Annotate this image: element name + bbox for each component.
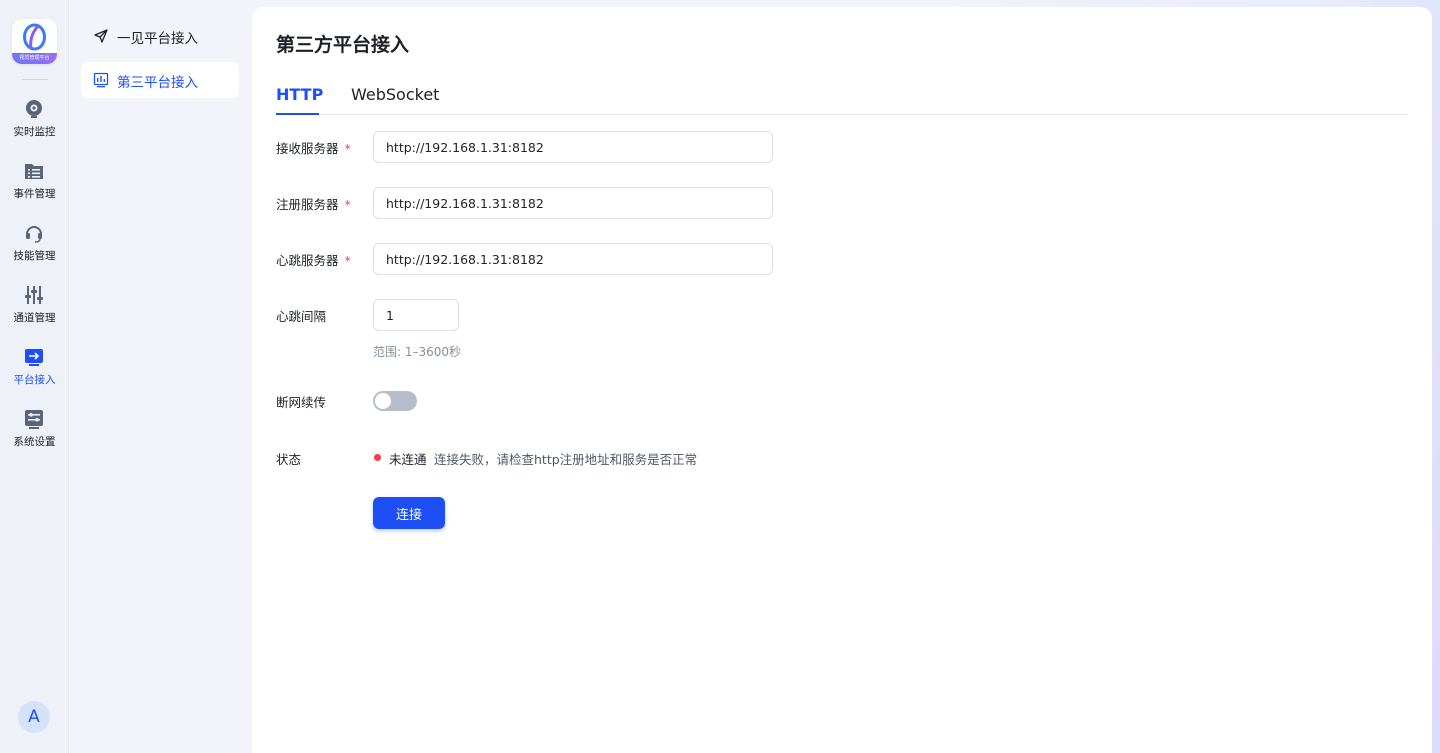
heartbeat-server-label-text: 心跳服务器	[276, 253, 339, 268]
receive-server-input[interactable]	[373, 131, 773, 163]
sliders-icon	[25, 286, 43, 304]
receive-server-label: 接收服务器 *	[276, 138, 351, 157]
protocol-tabs: HTTP WebSocket	[276, 83, 1408, 115]
rail-item-label: 事件管理	[13, 188, 56, 200]
page-title: 第三方平台接入	[276, 34, 410, 56]
rail-item-label: 技能管理	[13, 250, 56, 262]
main-panel: 第三方平台接入 HTTP WebSocket 接收服务器 * 注册服务器 * 心跳服…	[252, 7, 1432, 753]
rail-item-platform-access[interactable]: 平台接入	[0, 346, 69, 398]
rail-item-label: 系统设置	[13, 436, 56, 448]
app-logo[interactable]: 视觉管理平台	[12, 19, 57, 64]
rail-item-label: 平台接入	[13, 374, 56, 386]
connect-button[interactable]: 连接	[373, 497, 445, 529]
settings-panel-icon	[25, 410, 43, 429]
required-mark: *	[344, 197, 351, 212]
register-server-input[interactable]	[373, 187, 773, 219]
status-value: 未连通	[389, 452, 427, 467]
rail-item-channel-management[interactable]: 通道管理	[0, 284, 69, 336]
heartbeat-interval-hint: 范围: 1–3600秒	[373, 345, 462, 359]
tab-websocket[interactable]: WebSocket	[351, 85, 439, 104]
resume-transfer-toggle[interactable]	[373, 391, 417, 411]
logo-ring-icon	[23, 23, 46, 51]
secondary-menu: 一见平台接入 第三平台接入	[69, 0, 252, 753]
user-avatar[interactable]: A	[18, 701, 50, 733]
rail-item-label: 实时监控	[13, 126, 56, 138]
rail-item-event-management[interactable]: 事件管理	[0, 160, 69, 212]
logo-text: 视觉管理平台	[12, 53, 57, 64]
submenu-item-yijian-platform[interactable]: 一见平台接入	[81, 18, 239, 54]
heartbeat-interval-input[interactable]	[373, 299, 459, 331]
chart-board-icon	[93, 72, 109, 88]
left-rail: 视觉管理平台 实时监控 事件管理 技能管理 通道管理 平台接入 系统设置 A	[0, 0, 69, 753]
rail-item-skill-management[interactable]: 技能管理	[0, 222, 69, 274]
required-mark: *	[344, 141, 351, 156]
rail-item-realtime-monitor[interactable]: 实时监控	[0, 98, 69, 150]
rail-item-system-settings[interactable]: 系统设置	[0, 408, 69, 460]
register-server-label: 注册服务器 *	[276, 194, 351, 213]
headset-icon	[26, 226, 42, 243]
active-tab-indicator	[276, 113, 319, 115]
resume-transfer-label: 断网续传	[276, 395, 327, 410]
monitor-icon	[26, 100, 42, 118]
submenu-item-third-platform[interactable]: 第三平台接入	[81, 62, 239, 98]
platform-access-icon	[25, 349, 43, 366]
rail-item-label: 通道管理	[13, 312, 56, 324]
status-dot	[374, 454, 381, 461]
send-icon	[94, 29, 108, 43]
receive-server-label-text: 接收服务器	[276, 141, 339, 156]
heartbeat-server-input[interactable]	[373, 243, 773, 275]
status-label: 状态	[276, 452, 302, 467]
status-message: 连接失败，请检查http注册地址和服务是否正常	[434, 452, 698, 467]
folder-list-icon	[25, 164, 43, 179]
rail-divider	[22, 79, 48, 80]
register-server-label-text: 注册服务器	[276, 197, 339, 212]
required-mark: *	[344, 253, 351, 268]
toggle-knob	[375, 393, 391, 409]
submenu-item-label: 第三平台接入	[117, 75, 198, 91]
submenu-item-label: 一见平台接入	[117, 31, 198, 47]
heartbeat-server-label: 心跳服务器 *	[276, 250, 351, 269]
tab-http[interactable]: HTTP	[276, 85, 323, 104]
heartbeat-interval-label: 心跳间隔	[276, 309, 327, 324]
